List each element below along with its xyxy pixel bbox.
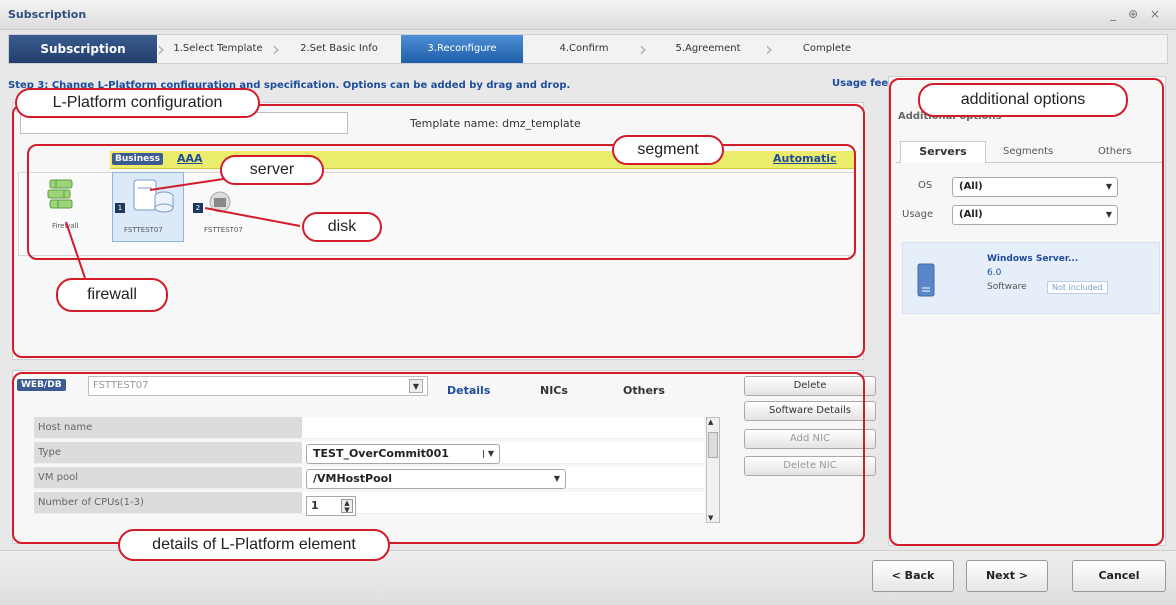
firewall-leader-line <box>65 221 86 279</box>
callout-config: L-Platform configuration <box>15 88 260 118</box>
callout-server: server <box>220 155 324 185</box>
callout-details: details of L-Platform element <box>118 529 390 561</box>
callout-segment: segment <box>612 135 724 165</box>
callout-disk: disk <box>302 212 382 242</box>
callout-firewall: firewall <box>56 278 168 312</box>
callout-options: additional options <box>918 83 1128 117</box>
disk-leader-line <box>204 207 301 227</box>
